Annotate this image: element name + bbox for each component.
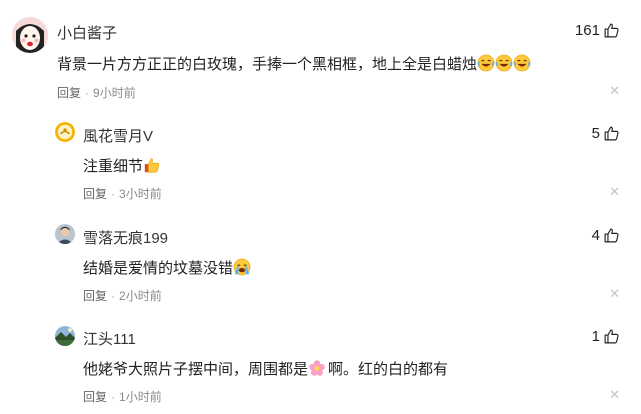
username[interactable]: 江头111 [83,328,136,349]
comment-text-content: 结婚是爱情的坟墓没错 [83,260,234,277]
thumbs-up-icon [143,156,161,178]
username[interactable]: 雪落无痕199 [83,227,168,248]
thumbs-up-outline-icon[interactable] [603,125,620,142]
comment-text: 背景一片方方正正的白玫瑰，手捧一个黑相框，地上全是白蜡烛 [57,53,531,76]
avatar[interactable] [55,326,75,346]
comment-meta: 回复 · 9小时前 [57,84,136,101]
avatar[interactable] [55,122,75,142]
username[interactable]: 風花雪月V [83,125,153,146]
close-icon[interactable]: ✕ [609,286,620,302]
like-count[interactable]: 5 [592,125,620,142]
comment-meta: 回复 · 3小时前 [83,185,162,202]
close-icon[interactable]: ✕ [609,184,620,200]
close-icon[interactable]: ✕ [609,387,620,403]
like-count[interactable]: 161 [575,22,620,39]
thumbs-up-outline-icon[interactable] [603,227,620,244]
comment-text: 结婚是爱情的坟墓没错 [83,257,251,280]
comment-text: 他姥爷大照片子摆中间，周围都是 啊。红的白的都有 [83,358,448,381]
avatar-photo-icon [55,224,75,244]
comment-text: 注重细节 [83,155,161,178]
reply-button[interactable]: 回复 [83,187,107,201]
timestamp: 2小时前 [119,289,162,303]
separator-dot: · [111,289,116,303]
like-count-value: 4 [591,227,600,244]
separator-dot: · [111,187,116,201]
crying-laughing-face-icon [495,54,513,76]
crying-laughing-face-icon [513,54,531,76]
like-count-value: 161 [574,22,600,39]
reply-button[interactable]: 回复 [57,86,81,100]
comment-text-after: 啊。红的白的都有 [328,361,449,378]
avatar-face-icon [12,17,48,53]
avatar-landscape-icon [55,326,75,346]
thumbs-up-outline-icon[interactable] [603,22,620,39]
like-count-value: 5 [591,125,600,142]
like-count[interactable]: 1 [592,328,620,345]
avatar[interactable] [55,224,75,244]
username[interactable]: 小白酱子 [57,22,117,43]
close-icon[interactable]: ✕ [609,83,620,99]
avatar-badge-icon [55,122,75,142]
flower-icon [308,359,326,381]
avatar[interactable] [12,17,48,53]
crying-laughing-face-icon [477,54,495,76]
comment-text-content: 背景一片方方正正的白玫瑰，手捧一个黑相框，地上全是白蜡烛 [57,56,478,73]
thumbs-up-outline-icon[interactable] [603,328,620,345]
like-count-value: 1 [591,328,600,345]
comment-meta: 回复 · 2小时前 [83,287,162,304]
like-count[interactable]: 4 [592,227,620,244]
reply-button[interactable]: 回复 [83,390,107,404]
separator-dot: · [85,86,90,100]
crying-face-icon [233,258,251,280]
comment-meta: 回复 · 1小时前 [83,388,162,405]
timestamp: 1小时前 [119,390,162,404]
separator-dot: · [111,390,116,404]
reply-button[interactable]: 回复 [83,289,107,303]
comment-text-before: 他姥爷大照片子摆中间，周围都是 [83,361,309,378]
comment-text-content: 注重细节 [83,158,144,175]
timestamp: 3小时前 [119,187,162,201]
timestamp: 9小时前 [93,86,136,100]
